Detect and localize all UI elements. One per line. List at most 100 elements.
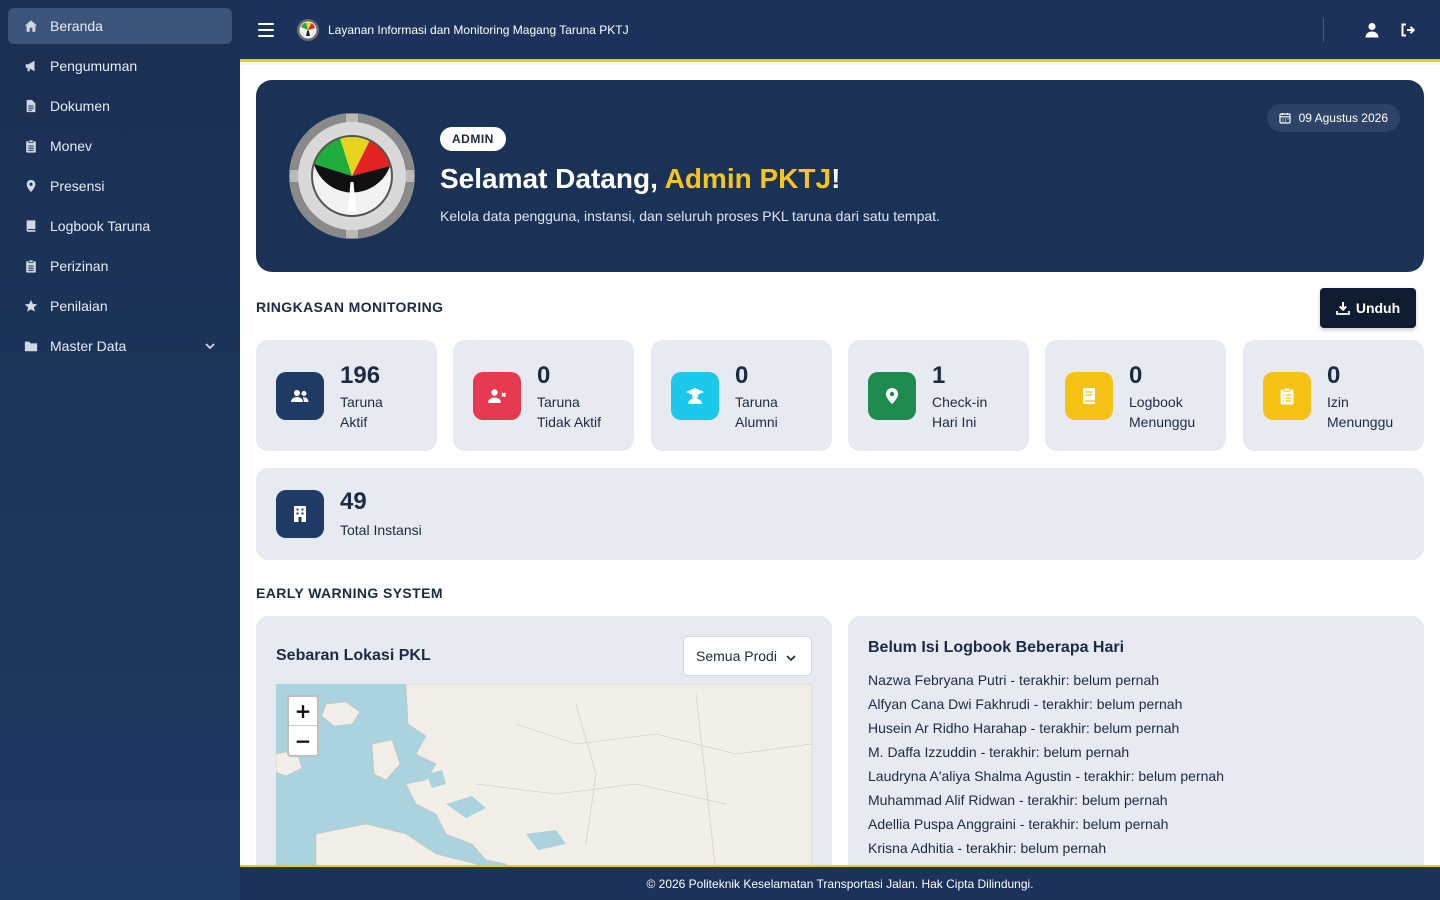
megaphone-icon: [24, 59, 38, 73]
map-tiles: [276, 684, 812, 865]
prodi-filter-value: Semua Prodi: [696, 648, 777, 664]
list-item: M. Daffa Izzuddin - terakhir: belum pern…: [868, 744, 1130, 760]
sidebar-item-perizinan[interactable]: Perizinan: [8, 248, 232, 284]
sidebar-item-presensi[interactable]: Presensi: [8, 168, 232, 204]
sidebar-item-label: Logbook Taruna: [50, 218, 151, 234]
stat-label: Izin Menunggu: [1327, 394, 1394, 430]
sidebar: Beranda Pengumuman Dokumen Monev Presens…: [0, 0, 240, 900]
current-date: 09 Agustus 2026: [1298, 111, 1388, 125]
logbook-warning-card: Belum Isi Logbook Beberapa Hari Nazwa Fe…: [848, 616, 1424, 865]
welcome-subtitle: Kelola data pengguna, instansi, dan selu…: [440, 208, 940, 224]
logbook-warning-title: Belum Isi Logbook Beberapa Hari: [868, 639, 1125, 656]
star-icon: [24, 299, 38, 313]
sidebar-item-label: Dokumen: [50, 98, 110, 114]
list-item: Husein Ar Ridho Harahap - terakhir: belu…: [868, 720, 1180, 736]
stat-label: Taruna Alumni: [735, 394, 778, 430]
stat-card-checkin: 1 Check-in Hari Ini: [848, 340, 1029, 451]
welcome-title: Selamat Datang, Admin PKTJ!: [440, 163, 840, 195]
stat-card-taruna-tidak-aktif: 0 Taruna Tidak Aktif: [453, 340, 634, 451]
welcome-greeting: Selamat Datang,: [440, 163, 665, 194]
map-pin-icon: [868, 372, 916, 420]
sidebar-item-label: Monev: [50, 138, 93, 154]
clipboard-icon: [24, 139, 38, 153]
logout-icon[interactable]: [1400, 22, 1416, 38]
list-item: Krisna Adhitia - terakhir: belum pernah: [868, 840, 1107, 856]
map-pin-icon: [24, 179, 38, 193]
users-icon: [276, 372, 324, 420]
sidebar-item-beranda[interactable]: Beranda: [8, 8, 232, 44]
footer-copyright: © 2026 Politeknik Keselamatan Transporta…: [646, 876, 1034, 891]
stat-value: 196: [340, 362, 381, 389]
sidebar-item-monev[interactable]: Monev: [8, 128, 232, 164]
clipboard-list-icon: [24, 259, 38, 273]
pkl-location-map[interactable]: + −: [276, 684, 812, 865]
stat-label: Check-in Hari Ini: [932, 394, 988, 430]
download-icon: [1335, 302, 1350, 315]
stat-value: 49: [340, 488, 367, 515]
welcome-user-name: Admin PKTJ: [664, 163, 832, 194]
role-badge: ADMIN: [440, 127, 506, 151]
stat-label: Taruna Aktif: [340, 394, 383, 430]
main-content: ADMIN Selamat Datang, Admin PKTJ! Kelola…: [240, 65, 1440, 865]
welcome-banner: ADMIN Selamat Datang, Admin PKTJ! Kelola…: [256, 80, 1424, 272]
date-badge: 09 Agustus 2026: [1266, 104, 1400, 132]
sidebar-item-label: Beranda: [50, 18, 103, 34]
file-icon: [24, 99, 38, 113]
summary-section-title: RINGKASAN MONITORING: [256, 299, 444, 315]
stat-label: Total Instansi: [340, 522, 422, 538]
stat-value: 0: [735, 362, 749, 389]
building-icon: [276, 490, 324, 538]
stat-value: 1: [932, 362, 946, 389]
sidebar-item-label: Master Data: [50, 338, 127, 354]
sidebar-item-pengumuman[interactable]: Pengumuman: [8, 48, 232, 84]
chevron-down-icon: [204, 339, 216, 355]
sidebar-item-penilaian[interactable]: Penilaian: [8, 288, 232, 324]
map-card: Sebaran Lokasi PKL Semua Prodi + −: [256, 616, 832, 865]
download-label: Unduh: [1355, 300, 1401, 316]
top-bar: Layanan Informasi dan Monitoring Magang …: [240, 0, 1440, 62]
list-item: Laudryna A'aliya Shalma Agustin - terakh…: [868, 768, 1224, 784]
list-item: Nazwa Febryana Putri - terakhir: belum p…: [868, 672, 1160, 688]
sidebar-item-master-data[interactable]: Master Data: [8, 328, 232, 364]
user-profile-icon[interactable]: [1364, 22, 1380, 38]
list-item: Alfyan Cana Dwi Fakhrudi - terakhir: bel…: [868, 696, 1183, 712]
clipboard-list-icon: [1263, 372, 1311, 420]
stat-label: Taruna Tidak Aktif: [537, 394, 602, 430]
pktj-emblem-icon: [289, 113, 415, 239]
stat-label: Logbook Menunggu: [1129, 394, 1196, 430]
folder-icon: [24, 339, 38, 353]
stat-card-taruna-aktif: 196 Taruna Aktif: [256, 340, 437, 451]
menu-toggle-button[interactable]: [258, 22, 274, 37]
stat-card-taruna-alumni: 0 Taruna Alumni: [651, 340, 832, 451]
sidebar-item-label: Pengumuman: [50, 58, 138, 74]
chevron-down-icon: [785, 651, 797, 667]
prodi-filter-select[interactable]: Semua Prodi: [683, 636, 812, 676]
ews-section-title: EARLY WARNING SYSTEM: [256, 585, 443, 601]
sidebar-item-dokumen[interactable]: Dokumen: [8, 88, 232, 124]
stat-value: 0: [1129, 362, 1143, 389]
footer: © 2026 Politeknik Keselamatan Transporta…: [240, 865, 1440, 900]
home-icon: [24, 19, 38, 33]
book-icon: [24, 219, 38, 233]
download-button[interactable]: Unduh: [1320, 288, 1416, 328]
app-title: Layanan Informasi dan Monitoring Magang …: [328, 22, 629, 37]
stat-value: 0: [537, 362, 551, 389]
header-divider: [1323, 18, 1324, 42]
graduate-icon: [671, 372, 719, 420]
stat-value: 0: [1327, 362, 1341, 389]
calendar-icon: [1278, 113, 1291, 124]
zoom-in-button[interactable]: +: [289, 697, 317, 726]
sidebar-item-logbook-taruna[interactable]: Logbook Taruna: [8, 208, 232, 244]
list-item: Adellia Puspa Anggraini - terakhir: belu…: [868, 816, 1169, 832]
stat-card-izin-menunggu: 0 Izin Menunggu: [1243, 340, 1424, 451]
pktj-logo-icon: [297, 18, 319, 41]
list-item: Muhammad Alif Ridwan - terakhir: belum p…: [868, 792, 1168, 808]
user-x-icon: [473, 372, 521, 420]
map-title: Sebaran Lokasi PKL: [276, 647, 431, 664]
sidebar-item-label: Presensi: [50, 178, 105, 194]
book-icon: [1065, 372, 1113, 420]
map-zoom-control: + −: [287, 695, 319, 757]
zoom-out-button[interactable]: −: [289, 726, 317, 755]
logbook-warning-list: Nazwa Febryana Putri - terakhir: belum p…: [868, 668, 1224, 860]
sidebar-item-label: Penilaian: [50, 298, 108, 314]
